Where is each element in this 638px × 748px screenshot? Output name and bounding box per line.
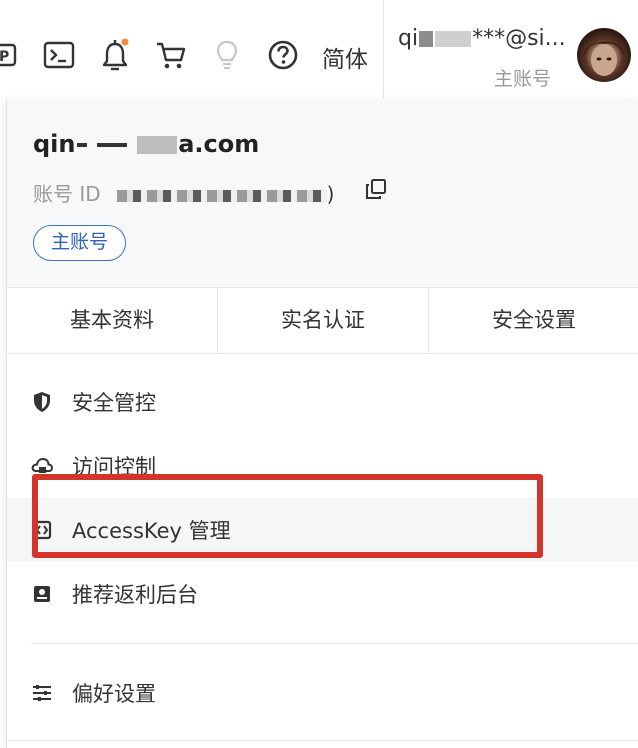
menu-item-label: 推荐返利后台 <box>72 583 198 607</box>
help-icon[interactable] <box>266 38 300 72</box>
account-dropdown-panel: qin a.com 账号 ID) 主账号 基本资料 实名认证 安全设置 安全管控… <box>6 98 638 748</box>
menu-item-label: 访问控制 <box>72 455 156 479</box>
cloud-lock-icon <box>31 455 53 477</box>
svg-text:P: P <box>0 49 9 65</box>
language-switch[interactable]: 简体 <box>322 40 368 74</box>
email-text-start: qin <box>33 130 76 158</box>
account-role: 主账号 <box>494 68 552 90</box>
account-email[interactable]: qi ***@si... <box>398 26 566 51</box>
redaction-mask <box>116 189 327 202</box>
account-id-end: ) <box>326 182 335 206</box>
email-text-end: a.com <box>178 130 260 158</box>
tab-basic-info[interactable]: 基本资料 <box>7 288 218 353</box>
tab-security-settings[interactable]: 安全设置 <box>429 288 638 353</box>
account-email-suffix: ***@si... <box>472 26 566 51</box>
menu-item-referral-rebate[interactable]: 推荐返利后台 <box>7 562 638 626</box>
terminal-icon[interactable] <box>42 38 76 72</box>
account-id: 账号 ID) <box>33 178 334 207</box>
account-email-full: qin a.com <box>33 130 259 158</box>
divider <box>31 643 638 644</box>
tab-real-name-verification[interactable]: 实名认证 <box>218 288 429 353</box>
shield-icon <box>31 391 53 413</box>
copy-icon[interactable] <box>365 178 387 200</box>
redaction-mask <box>137 136 178 154</box>
redaction-mask <box>419 31 434 47</box>
menu-item-label: 安全管控 <box>72 391 156 415</box>
avatar[interactable] <box>577 28 631 82</box>
ticket-icon[interactable]: P <box>0 38 22 72</box>
cart-icon[interactable] <box>154 38 188 72</box>
account-tabs: 基本资料 实名认证 安全设置 <box>7 288 638 354</box>
account-id-label: 账号 ID <box>33 182 101 206</box>
menu-item-accesskey-management[interactable]: AccessKey 管理 <box>7 498 638 562</box>
menu-item-label: 偏好设置 <box>72 682 156 706</box>
top-navigation-bar: P 简体 qi ***@si... 主账号 <box>0 0 638 98</box>
divider <box>383 0 384 98</box>
sliders-icon <box>31 682 53 704</box>
menu-item-access-control[interactable]: 访问控制 <box>7 434 638 498</box>
redaction-mask <box>76 143 87 147</box>
menu-item-label: AccessKey 管理 <box>72 519 231 543</box>
account-summary: qin a.com 账号 ID) 主账号 <box>7 98 638 288</box>
menu-item-security-control[interactable]: 安全管控 <box>7 370 638 434</box>
account-email-prefix: qi <box>398 26 419 51</box>
lightbulb-icon[interactable] <box>210 38 244 72</box>
gift-card-icon <box>31 583 53 605</box>
redaction-mask <box>435 31 472 47</box>
bell-icon[interactable] <box>98 38 132 72</box>
redaction-mask <box>96 143 127 147</box>
key-bracket-icon <box>31 519 53 541</box>
role-badge: 主账号 <box>33 225 127 261</box>
menu-item-preferences[interactable]: 偏好设置 <box>7 661 638 725</box>
divider <box>7 740 638 741</box>
